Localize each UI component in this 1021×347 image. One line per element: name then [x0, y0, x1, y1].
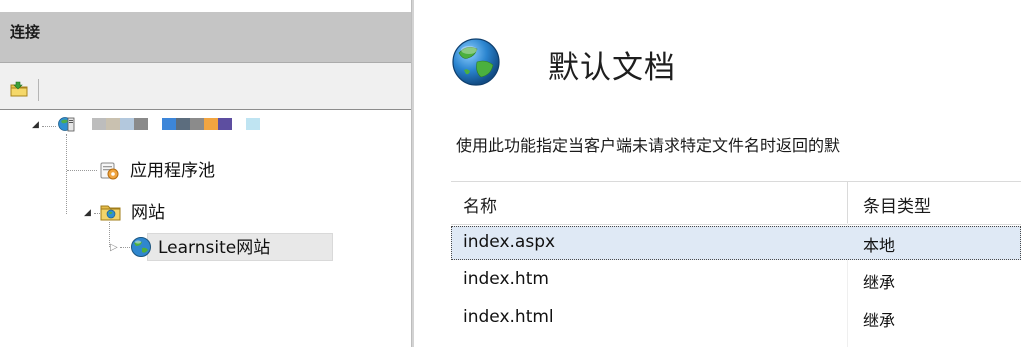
table-row[interactable]: index.html 继承: [451, 302, 1021, 336]
column-separator[interactable]: [847, 182, 848, 224]
row-type: 继承: [863, 311, 896, 330]
column-header-type[interactable]: 条目类型: [863, 192, 931, 217]
globe-icon: [452, 38, 500, 86]
connections-pane: 连接 ◢ 应用程序池 ◢ 网站 ▷ Learnsite网站: [0, 0, 411, 347]
redaction-block: [162, 118, 176, 130]
table-row[interactable]: index.aspx 本地: [451, 226, 1021, 260]
redaction-block: [120, 118, 134, 130]
tree-item-sites[interactable]: 网站: [131, 202, 165, 224]
redaction-block: [218, 118, 232, 130]
tree-connector: [66, 134, 67, 214]
redaction-block: [92, 118, 106, 130]
tree-item-learnsite[interactable]: Learnsite网站: [158, 237, 270, 259]
redaction-block: [176, 118, 190, 130]
globe-icon[interactable]: [130, 236, 152, 258]
connections-header: 连接: [0, 12, 411, 63]
row-name: index.aspx: [463, 232, 556, 252]
tree-connector: [42, 126, 56, 127]
redaction-block: [134, 118, 148, 130]
redaction-block: [148, 118, 162, 130]
page-title: 默认文档: [548, 50, 676, 86]
tree-connector: [120, 247, 130, 248]
grid-header: 名称 条目类型: [451, 181, 1021, 225]
expand-server-toggle[interactable]: ◢: [32, 120, 39, 130]
connections-toolbar: [0, 63, 411, 110]
redaction-block: [190, 118, 204, 130]
folder-connect-icon[interactable]: [10, 81, 28, 97]
connections-tree: ◢ 应用程序池 ◢ 网站 ▷ Learnsite网站: [0, 110, 411, 347]
column-header-name[interactable]: 名称: [463, 192, 497, 217]
app-pool-icon[interactable]: [98, 159, 120, 181]
toolbar-separator: [38, 79, 39, 101]
sites-folder-icon[interactable]: [100, 202, 122, 222]
feature-pane: 默认文档 使用此功能指定当客户端未请求特定文件名时返回的默 名称 条目类型 in…: [414, 0, 1021, 347]
default-documents-grid: 名称 条目类型 index.aspx 本地 index.htm 继承 index…: [451, 181, 1021, 347]
redaction-block: [246, 118, 260, 130]
tree-item-app-pools[interactable]: 应用程序池: [130, 160, 215, 182]
connections-title: 连接: [10, 23, 41, 41]
row-name: index.html: [463, 307, 554, 327]
tree-connector: [67, 170, 97, 171]
row-type: 本地: [863, 236, 896, 255]
expand-sites-toggle[interactable]: ◢: [84, 208, 91, 218]
page-description: 使用此功能指定当客户端未请求特定文件名时返回的默: [456, 136, 841, 155]
table-row[interactable]: index.htm 继承: [451, 264, 1021, 298]
redaction-block: [232, 118, 246, 130]
server-icon[interactable]: [58, 115, 76, 133]
expand-site-toggle[interactable]: ▷: [110, 243, 118, 253]
row-name: index.htm: [463, 269, 549, 289]
redaction-block: [106, 118, 120, 130]
row-type: 继承: [863, 273, 896, 292]
redaction-block: [204, 118, 218, 130]
server-name-redacted[interactable]: [92, 118, 260, 130]
